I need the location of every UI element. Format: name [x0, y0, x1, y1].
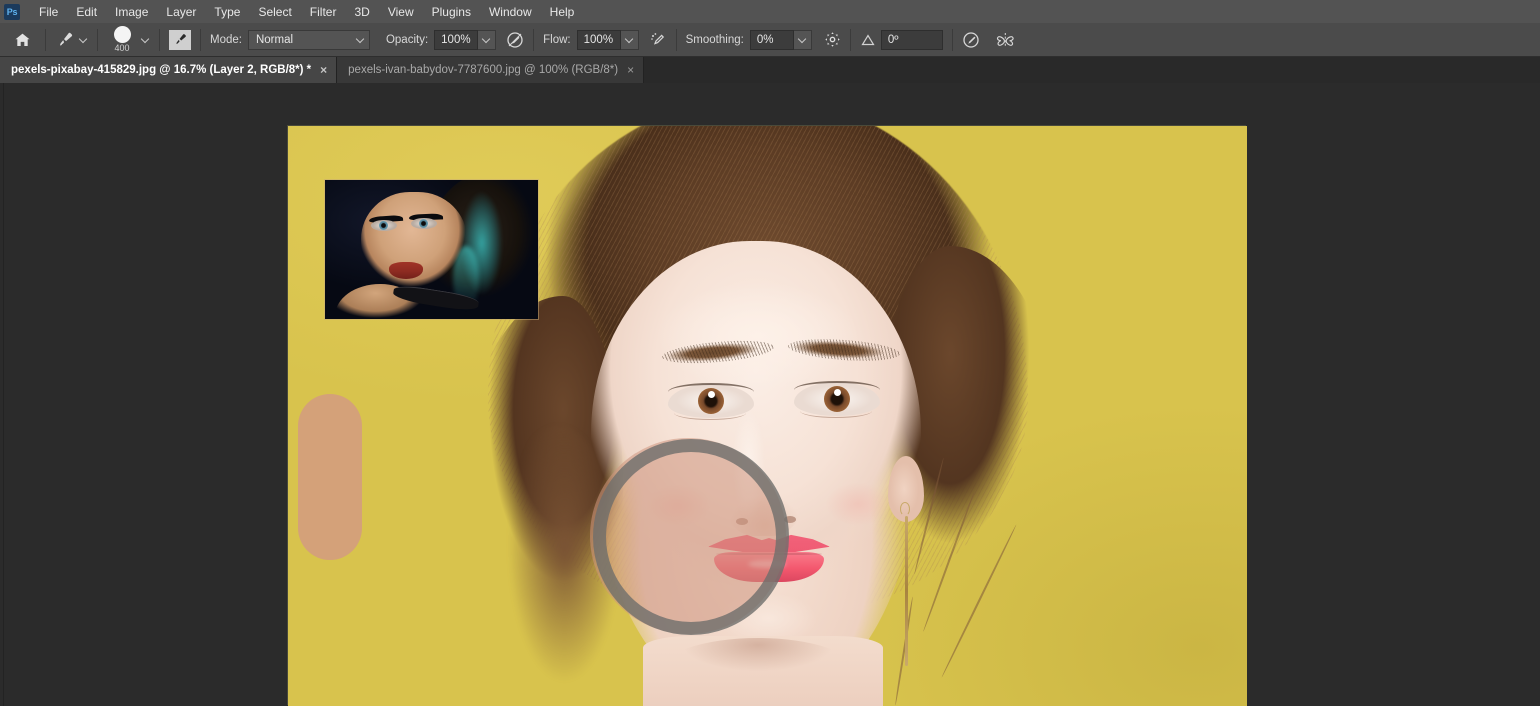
document-tab-inactive[interactable]: pexels-ivan-babydov-7787600.jpg @ 100% (…: [337, 57, 645, 83]
flow-chevron-down-icon[interactable]: [620, 29, 639, 50]
brush-cursor-ring: [593, 439, 789, 635]
menu-item-file[interactable]: File: [30, 2, 67, 22]
flow-input[interactable]: 100%: [576, 29, 621, 50]
flow-control[interactable]: 100%: [576, 29, 639, 50]
divider: [159, 28, 160, 51]
angle-icon: [860, 33, 876, 47]
tool-options-bar: 400 Mode: Normal Opacity: 100% Flow: 100…: [0, 23, 1540, 57]
menu-item-plugins[interactable]: Plugins: [423, 2, 480, 22]
l2-iris-left: [379, 221, 388, 230]
neck-shadow: [658, 638, 858, 706]
brush-settings-panel-icon[interactable]: [169, 29, 191, 50]
opacity-input[interactable]: 100%: [434, 29, 479, 50]
divider: [97, 28, 98, 51]
pressure-size-icon[interactable]: [962, 31, 980, 49]
painted-brush-stroke: [298, 394, 362, 560]
brush-size-value: 400: [114, 42, 130, 53]
menu-item-type[interactable]: Type: [205, 2, 249, 22]
workspace-edge-divider: [3, 83, 4, 706]
l2-iris-right: [419, 219, 428, 228]
document-tab-title: pexels-pixabay-415829.jpg @ 16.7% (Layer…: [11, 64, 312, 76]
mode-label: Mode:: [210, 33, 242, 46]
menu-item-view[interactable]: View: [379, 2, 423, 22]
document-tab-bar: pexels-pixabay-415829.jpg @ 16.7% (Layer…: [0, 57, 1540, 83]
earring-bar: [905, 516, 908, 666]
document-tab-title: pexels-ivan-babydov-7787600.jpg @ 100% (…: [348, 64, 619, 76]
flow-label: Flow:: [543, 33, 571, 46]
brush-preset-chevron-down-icon[interactable]: [141, 35, 150, 44]
menu-item-layer[interactable]: Layer: [157, 2, 205, 22]
menu-item-window[interactable]: Window: [480, 2, 541, 22]
menu-item-select[interactable]: Select: [249, 2, 300, 22]
divider: [675, 28, 677, 51]
brush-tool-icon[interactable]: [55, 30, 75, 50]
document-tab-active[interactable]: pexels-pixabay-415829.jpg @ 16.7% (Layer…: [0, 57, 338, 83]
brush-angle-input[interactable]: 0º: [880, 29, 943, 50]
brush-preset-picker[interactable]: 400: [107, 25, 137, 53]
eye-glint-left: [708, 391, 715, 398]
home-icon[interactable]: [8, 27, 36, 53]
airbrush-icon[interactable]: [649, 31, 667, 49]
eye-glint-right: [834, 389, 841, 396]
menu-item-image[interactable]: Image: [106, 2, 157, 22]
divider: [849, 28, 851, 51]
eyelash-upper-right: [794, 381, 880, 390]
eye-right: [794, 381, 880, 418]
divider: [951, 28, 953, 51]
menu-item-edit[interactable]: Edit: [67, 2, 106, 22]
symmetry-butterfly-icon[interactable]: [996, 31, 1016, 49]
blend-mode-select[interactable]: Normal: [247, 29, 370, 50]
menu-bar: Ps File Edit Image Layer Type Select Fil…: [0, 0, 1540, 23]
pressure-opacity-icon[interactable]: [506, 31, 524, 49]
smoothing-input[interactable]: 0%: [749, 29, 794, 50]
smoothing-label: Smoothing:: [685, 33, 744, 46]
smoothing-chevron-down-icon[interactable]: [793, 29, 812, 50]
brush-tool-chevron-down-icon[interactable]: [79, 35, 88, 44]
menu-item-filter[interactable]: Filter: [301, 2, 346, 22]
workspace[interactable]: [0, 83, 1540, 706]
eyelash-upper-left: [668, 383, 754, 392]
photoshop-logo-icon: Ps: [4, 3, 20, 20]
opacity-label: Opacity:: [385, 33, 429, 46]
earring-hook: [900, 502, 910, 516]
opacity-control[interactable]: 100%: [434, 29, 497, 50]
blend-mode-chevron-down-icon: [356, 35, 365, 44]
document-canvas[interactable]: [288, 126, 1247, 706]
layer-2-embedded-image[interactable]: [324, 179, 539, 320]
gear-icon[interactable]: [824, 31, 841, 48]
opacity-chevron-down-icon[interactable]: [478, 29, 497, 50]
brush-tip-preview-icon: [113, 25, 131, 43]
close-icon[interactable]: ×: [627, 64, 634, 76]
divider: [200, 28, 201, 51]
blend-mode-value: Normal: [255, 33, 294, 46]
close-icon[interactable]: ×: [320, 64, 327, 76]
menu-item-3d[interactable]: 3D: [345, 2, 378, 22]
menu-item-help[interactable]: Help: [541, 2, 584, 22]
smoothing-control[interactable]: 0%: [749, 29, 812, 50]
divider: [533, 28, 535, 51]
divider: [45, 28, 46, 51]
